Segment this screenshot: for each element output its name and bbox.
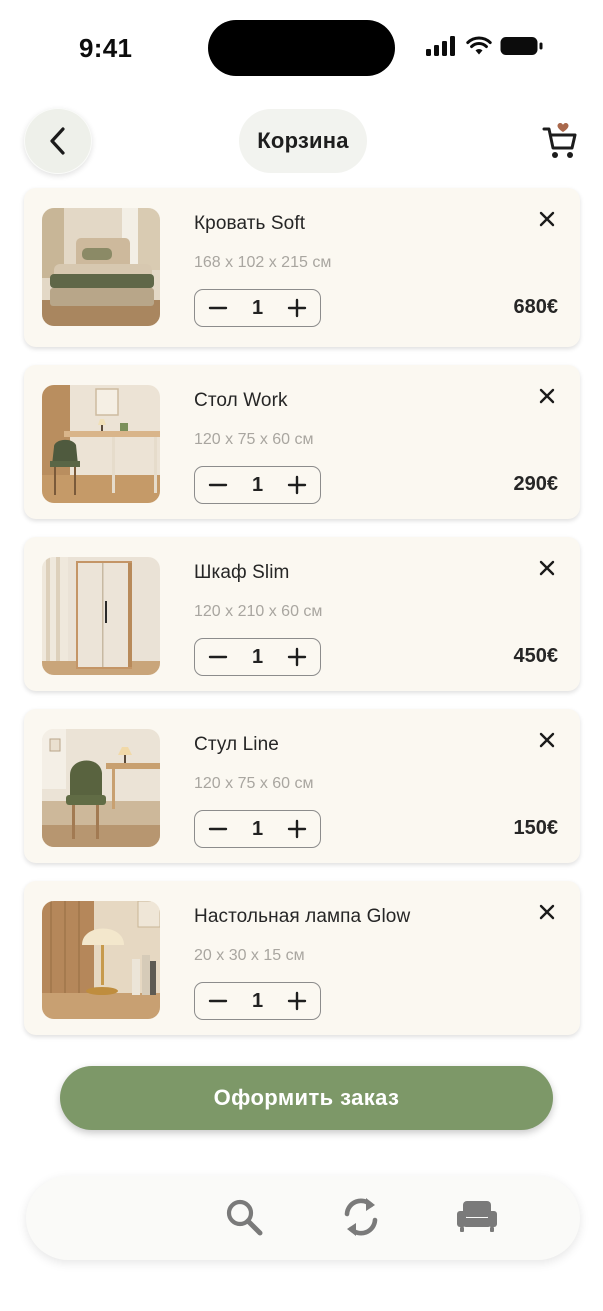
- checkout-button[interactable]: Оформить заказ: [60, 1066, 553, 1130]
- close-icon: [539, 904, 555, 920]
- product-image-bed: [42, 208, 160, 326]
- nav-sync-button[interactable]: [339, 1194, 383, 1240]
- status-time: 9:41: [79, 33, 133, 63]
- nav-search-button[interactable]: [223, 1196, 265, 1238]
- close-icon: [539, 211, 555, 227]
- plus-icon: [287, 991, 307, 1011]
- item-name: Кровать Soft: [194, 213, 306, 234]
- close-icon: [539, 732, 555, 748]
- wifi-icon: [466, 36, 492, 55]
- remove-item-button[interactable]: [538, 210, 556, 228]
- quantity-value: 1: [251, 473, 264, 496]
- cart-item: Кровать Soft 168 x 102 x 215 см 1 680€: [24, 188, 580, 347]
- quantity-stepper: 1: [194, 289, 321, 327]
- dynamic-island: [208, 20, 395, 76]
- minus-icon: [208, 306, 228, 310]
- quantity-stepper: 1: [194, 638, 321, 676]
- quantity-stepper: 1: [194, 982, 321, 1020]
- item-name: Стол Work: [194, 390, 288, 411]
- sofa-icon: [457, 1201, 497, 1232]
- increase-quantity-button[interactable]: [286, 474, 308, 496]
- cellular-signal-icon: [426, 36, 455, 56]
- item-price: 150€: [513, 817, 559, 839]
- cart-item: Стул Line 120 x 75 x 60 см 1 150€: [24, 709, 580, 863]
- status-bar: 9:41: [0, 0, 603, 96]
- plus-icon: [287, 298, 307, 318]
- cart-list: Кровать Soft 168 x 102 x 215 см 1 680€ С…: [24, 188, 580, 1053]
- cart-button[interactable]: [540, 122, 580, 162]
- item-dimensions: 168 x 102 x 215 см: [194, 254, 332, 271]
- search-icon: [226, 1199, 263, 1236]
- plus-icon: [287, 819, 307, 839]
- plus-icon: [287, 647, 307, 667]
- plus-icon: [287, 475, 307, 495]
- sync-icon: [344, 1198, 378, 1236]
- increase-quantity-button[interactable]: [286, 818, 308, 840]
- remove-item-button[interactable]: [538, 559, 556, 577]
- battery-icon: [500, 37, 543, 55]
- cart-item: Шкаф Slim 120 x 210 x 60 см 1 450€: [24, 537, 580, 691]
- cart-item: Настольная лампа Glow 20 x 30 x 15 см 1: [24, 881, 580, 1035]
- chevron-left-icon: [50, 127, 65, 155]
- decrease-quantity-button[interactable]: [207, 646, 229, 668]
- increase-quantity-button[interactable]: [286, 297, 308, 319]
- increase-quantity-button[interactable]: [286, 990, 308, 1012]
- status-icons: [426, 36, 544, 56]
- quantity-stepper: 1: [194, 810, 321, 848]
- quantity-value: 1: [251, 989, 264, 1012]
- item-dimensions: 120 x 75 x 60 см: [194, 431, 314, 448]
- remove-item-button[interactable]: [538, 731, 556, 749]
- nav-furniture-button[interactable]: [456, 1198, 498, 1234]
- minus-icon: [208, 827, 228, 831]
- increase-quantity-button[interactable]: [286, 646, 308, 668]
- quantity-stepper: 1: [194, 466, 321, 504]
- item-dimensions: 120 x 210 x 60 см: [194, 603, 323, 620]
- decrease-quantity-button[interactable]: [207, 990, 229, 1012]
- item-name: Стул Line: [194, 734, 279, 755]
- bottom-nav: [26, 1176, 580, 1260]
- product-image-lamp: [42, 901, 160, 1019]
- item-price: 290€: [513, 473, 559, 495]
- item-price: 450€: [513, 645, 559, 667]
- close-icon: [539, 560, 555, 576]
- quantity-value: 1: [251, 817, 264, 840]
- item-dimensions: 20 x 30 x 15 см: [194, 947, 305, 964]
- minus-icon: [208, 999, 228, 1003]
- decrease-quantity-button[interactable]: [207, 474, 229, 496]
- item-name: Настольная лампа Glow: [194, 906, 411, 927]
- page-title: Корзина: [239, 109, 367, 173]
- product-image-desk: [42, 385, 160, 503]
- decrease-quantity-button[interactable]: [207, 818, 229, 840]
- remove-item-button[interactable]: [538, 903, 556, 921]
- product-image-wardrobe: [42, 557, 160, 675]
- cart-heart-icon: [542, 123, 577, 158]
- item-dimensions: 120 x 75 x 60 см: [194, 775, 314, 792]
- decrease-quantity-button[interactable]: [207, 297, 229, 319]
- product-image-chair: [42, 729, 160, 847]
- item-name: Шкаф Slim: [194, 562, 290, 583]
- cart-item: Стол Work 120 x 75 x 60 см 1 290€: [24, 365, 580, 519]
- quantity-value: 1: [251, 645, 264, 668]
- minus-icon: [208, 655, 228, 659]
- close-icon: [539, 388, 555, 404]
- remove-item-button[interactable]: [538, 387, 556, 405]
- quantity-value: 1: [251, 296, 264, 319]
- back-button[interactable]: [24, 108, 92, 174]
- item-price: 680€: [513, 296, 559, 318]
- minus-icon: [208, 483, 228, 487]
